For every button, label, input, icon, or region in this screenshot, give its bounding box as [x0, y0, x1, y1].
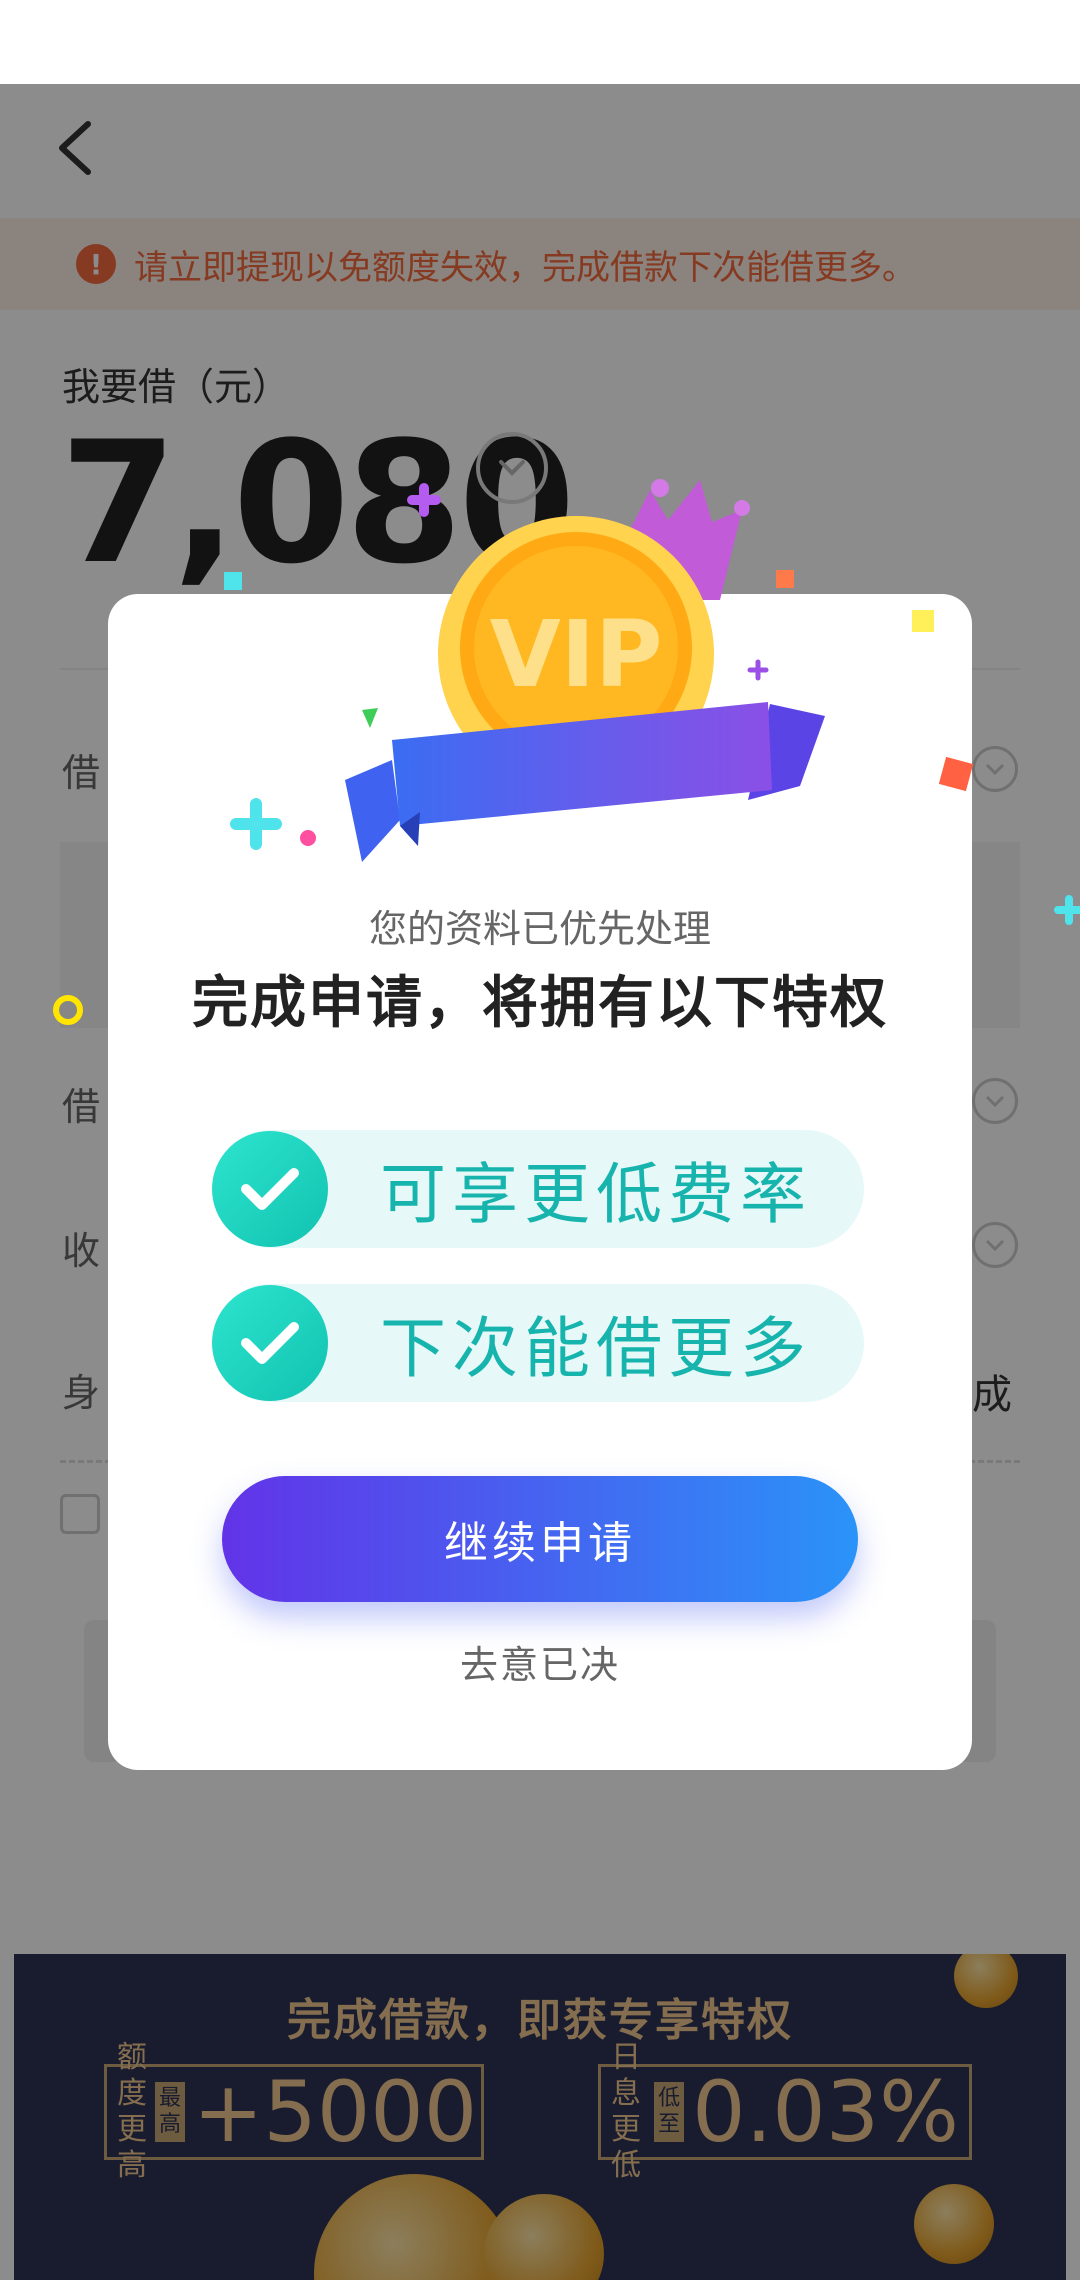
perk-item: 下次能借更多 — [212, 1284, 864, 1402]
modal-title: 完成申请，将拥有以下特权 — [192, 971, 888, 1036]
check-icon — [212, 1131, 328, 1247]
check-icon — [212, 1285, 328, 1401]
modal-subtitle: 您的资料已优先处理 — [368, 907, 711, 951]
quit-link[interactable]: 去意已决 — [108, 1634, 972, 1689]
perk-text: 下次能借更多 — [380, 1310, 812, 1387]
status-bar: 4G 4GHD 00:27 5.40 KB/s 4G 63 — [0, 0, 1080, 84]
perk-text: 可享更低费率 — [380, 1156, 812, 1233]
perk-item: 可享更低费率 — [212, 1130, 864, 1248]
network-type: 4G — [926, 24, 960, 50]
signal-icon: 4GHD — [113, 20, 170, 62]
continue-button[interactable]: 继续申请 — [222, 1476, 858, 1602]
status-time: 00:27 — [184, 16, 300, 62]
battery-icon: 63 — [970, 22, 1045, 52]
signal-icon: 4G — [60, 20, 99, 62]
network-speed: 5.40 KB/s — [313, 21, 356, 63]
